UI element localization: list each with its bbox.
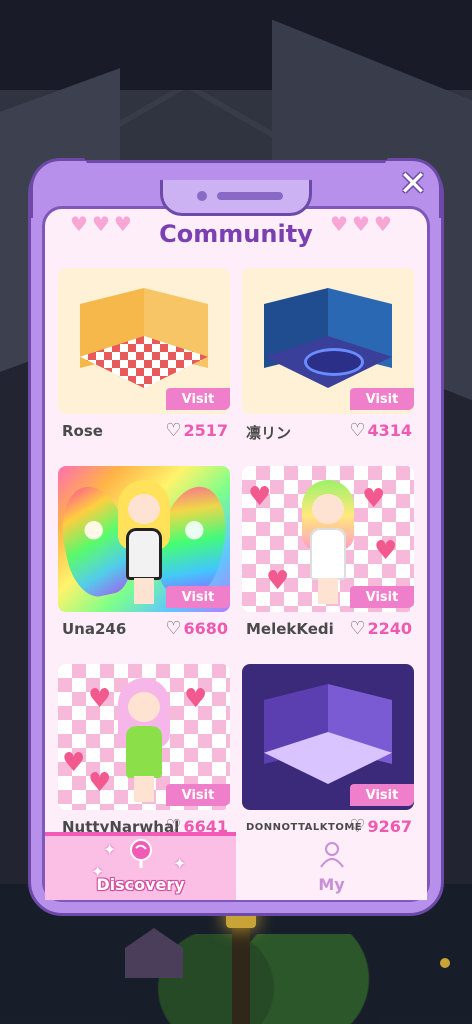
like-counter[interactable]: ♡ 4314 xyxy=(349,421,412,440)
close-button[interactable]: ✕ xyxy=(397,167,429,201)
visit-button[interactable]: Visit xyxy=(166,784,230,806)
avatar-thumbnail[interactable]: ♥ ♥ ♥ ♥ Visit xyxy=(242,466,414,612)
sparkle-icon: ✦ xyxy=(103,840,117,859)
like-counter[interactable]: ♡ 9267 xyxy=(349,817,412,832)
sparkle-icon: ✦ xyxy=(91,862,105,881)
panel-notch xyxy=(160,180,312,216)
card-username: NuttyNarwhal xyxy=(62,818,180,832)
avatar-thumbnail[interactable]: Visit xyxy=(58,466,230,612)
room-thumbnail[interactable]: Visit xyxy=(58,268,230,414)
card-username: Rose xyxy=(62,422,103,440)
card-username: DONNOTTALKTOME xyxy=(246,822,363,832)
community-card[interactable]: Visit 凛リン ♡ 4314 xyxy=(242,268,414,453)
room-thumbnail[interactable]: Visit xyxy=(242,664,414,810)
room-thumbnail[interactable]: Visit xyxy=(242,268,414,414)
community-card[interactable]: Visit Una246 ♡ 6680 xyxy=(58,466,230,651)
card-username: MelekKedi xyxy=(246,620,334,638)
heart-outline-icon[interactable]: ♡ xyxy=(165,619,181,638)
like-counter[interactable]: ♡ 2240 xyxy=(349,619,412,638)
like-counter[interactable]: ♡ 2517 xyxy=(165,421,228,440)
person-icon xyxy=(319,842,344,868)
community-card[interactable]: Visit Rose ♡ 2517 xyxy=(58,268,230,453)
tab-my[interactable]: My xyxy=(236,832,427,900)
card-username: 凛リン xyxy=(246,424,292,442)
community-card[interactable]: ♥ ♥ ♥ ♥ Visit MelekKedi ♡ 2240 xyxy=(242,466,414,651)
heart-outline-icon[interactable]: ♡ xyxy=(349,817,365,832)
avatar-thumbnail[interactable]: ♥ ♥ ♥ ♥ Visit xyxy=(58,664,230,810)
sparkle-icon: ✦ xyxy=(173,854,187,873)
visit-button[interactable]: Visit xyxy=(350,388,414,410)
dialog-title: Community xyxy=(159,220,313,248)
visit-button[interactable]: Visit xyxy=(350,784,414,806)
visit-button[interactable]: Visit xyxy=(166,388,230,410)
like-counter[interactable]: ♡ 6680 xyxy=(165,619,228,638)
bottom-tab-bar: ✦ ✦ ✦ Discovery My xyxy=(45,832,427,900)
tab-discovery[interactable]: ✦ ✦ ✦ Discovery xyxy=(45,832,236,900)
like-counter[interactable]: ♡ 6641 xyxy=(165,817,228,832)
community-grid: Visit Rose ♡ 2517 Visit 凛リン ♡ 4314 Visit… xyxy=(58,268,414,832)
heart-outline-icon[interactable]: ♡ xyxy=(349,421,365,440)
heart-outline-icon[interactable]: ♡ xyxy=(349,619,365,638)
community-card[interactable]: ♥ ♥ ♥ ♥ Visit NuttyNarwhal ♡ 6641 xyxy=(58,664,230,832)
visit-button[interactable]: Visit xyxy=(350,586,414,608)
lollipop-icon xyxy=(129,839,152,868)
visit-button[interactable]: Visit xyxy=(166,586,230,608)
card-username: Una246 xyxy=(62,620,127,638)
heart-outline-icon[interactable]: ♡ xyxy=(165,421,181,440)
heart-outline-icon[interactable]: ♡ xyxy=(165,817,181,832)
community-card[interactable]: Visit DONNOTTALKTOME ♡ 9267 xyxy=(242,664,414,832)
